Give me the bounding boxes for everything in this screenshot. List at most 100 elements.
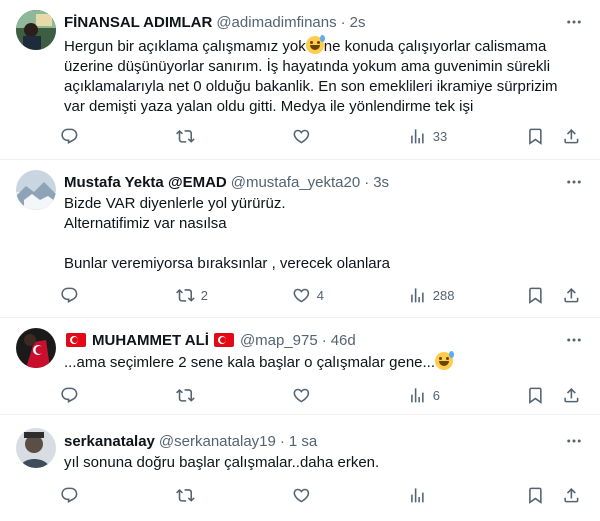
share-button[interactable] — [562, 485, 581, 505]
share-button[interactable] — [562, 126, 581, 146]
views-icon — [411, 128, 424, 144]
turkey-flag-icon — [66, 333, 86, 347]
like-button[interactable]: 4 — [292, 285, 324, 305]
like-count: 4 — [316, 287, 324, 303]
views-button[interactable] — [408, 485, 433, 505]
separator: · — [340, 13, 346, 31]
retweet-button[interactable] — [176, 485, 201, 505]
separator: · — [279, 432, 285, 450]
display-name[interactable]: FİNANSAL ADIMLAR — [64, 14, 212, 31]
tweet-actions: 33 — [52, 126, 588, 146]
bookmark-icon — [529, 487, 542, 504]
views-icon — [411, 487, 424, 503]
heart-icon — [293, 388, 310, 403]
avatar-image — [16, 170, 56, 210]
display-name[interactable]: serkanatalay — [64, 433, 155, 450]
bookmark-button[interactable] — [526, 385, 545, 405]
tweet-text-line: Alternatifimiz var nasılsa — [64, 215, 227, 232]
avatar-image — [16, 428, 56, 468]
bookmark-button[interactable] — [526, 126, 545, 146]
like-button[interactable] — [292, 126, 317, 146]
tweet-text-line: var demişti yaza yalan oldu gitti. Medya… — [64, 98, 474, 115]
retweet-button[interactable] — [176, 385, 201, 405]
tweet[interactable]: Mustafa Yekta @EMAD @mustafa_yekta20 · 3… — [0, 160, 600, 318]
tweet[interactable]: MUHAMMET ALİ @map_975 · 46d ...ama seçim… — [0, 318, 600, 415]
tweet-actions: 6 — [52, 385, 588, 405]
reply-button[interactable] — [60, 285, 85, 305]
more-icon[interactable] — [564, 431, 584, 451]
views-count: 288 — [432, 287, 455, 303]
heart-icon — [293, 288, 310, 303]
retweet-button[interactable]: 2 — [176, 285, 208, 305]
more-icon[interactable] — [564, 330, 584, 350]
reply-button[interactable] — [60, 385, 85, 405]
more-icon[interactable] — [564, 172, 584, 192]
timestamp[interactable]: 3s — [373, 174, 389, 191]
tweet[interactable]: serkanatalay @serkanatalay19 · 1 sa yıl … — [0, 415, 600, 521]
timestamp[interactable]: 1 sa — [289, 433, 317, 450]
tweet-text: ...ama seçimlere 2 sene kala başlar o ça… — [64, 351, 584, 373]
tweet-text-line: yıl sonuna doğru başlar çalışmalar..daha… — [64, 454, 380, 471]
user-handle[interactable]: @map_975 — [240, 332, 318, 349]
tweet-text-line: Bunlar veremiyorsa bıraksınlar , verecek… — [64, 255, 390, 272]
share-button[interactable] — [562, 385, 581, 405]
more-icon[interactable] — [564, 12, 584, 32]
timestamp[interactable]: 2s — [350, 14, 366, 31]
retweet-icon — [176, 129, 195, 143]
tweet-header: Mustafa Yekta @EMAD @mustafa_yekta20 · 3… — [64, 172, 588, 192]
like-button[interactable] — [292, 385, 317, 405]
separator: · — [364, 173, 370, 191]
timestamp[interactable]: 46d — [331, 332, 356, 349]
display-name[interactable]: MUHAMMET ALİ — [92, 332, 209, 349]
share-button[interactable] — [562, 285, 581, 305]
views-button[interactable]: 6 — [408, 385, 440, 405]
retweet-button[interactable] — [176, 126, 201, 146]
avatar-image — [16, 328, 56, 368]
tweet-header: FİNANSAL ADIMLAR @adimadimfinans · 2s — [64, 12, 588, 32]
reply-icon — [61, 387, 78, 403]
tweet[interactable]: FİNANSAL ADIMLAR @adimadimfinans · 2s He… — [0, 0, 600, 160]
tweet-text-line: üzerine düşünüyorlar sanırım. İş hayatın… — [64, 58, 551, 75]
avatar[interactable] — [16, 10, 56, 50]
bookmark-icon — [529, 387, 542, 404]
tweet-text: Bizde VAR diyenlerle yol yürürüz. Altern… — [64, 194, 584, 274]
user-handle[interactable]: @serkanatalay19 — [159, 433, 276, 450]
share-icon — [564, 487, 579, 503]
retweet-icon — [176, 288, 195, 302]
tweet-text-line: Hergun bir açıklama çalışmamız yok — [64, 38, 306, 55]
views-button[interactable]: 288 — [408, 285, 454, 305]
like-button[interactable] — [292, 485, 317, 505]
turkey-flag-icon — [213, 333, 234, 347]
share-icon — [564, 387, 579, 403]
bookmark-icon — [529, 128, 542, 145]
views-button[interactable]: 33 — [408, 126, 447, 146]
tweet-text-line: ...ama seçimlere 2 sene kala başlar o ça… — [64, 354, 436, 371]
bookmark-icon — [529, 287, 542, 304]
retweet-count: 2 — [200, 287, 208, 303]
retweet-icon — [176, 388, 195, 402]
bookmark-button[interactable] — [526, 285, 545, 305]
share-icon — [564, 128, 579, 144]
avatar[interactable] — [16, 328, 56, 368]
tweet-text: yıl sonuna doğru başlar çalışmalar..daha… — [64, 453, 584, 473]
reply-button[interactable] — [60, 485, 85, 505]
display-name[interactable]: Mustafa Yekta @EMAD — [64, 174, 227, 191]
reply-button[interactable] — [60, 126, 85, 146]
user-handle[interactable]: @mustafa_yekta20 — [231, 174, 360, 191]
bookmark-button[interactable] — [526, 485, 545, 505]
tweet-actions — [52, 485, 588, 505]
tweet-actions: 2 4 288 — [52, 285, 588, 305]
views-icon — [411, 387, 424, 403]
tweet-text-line: açıklamalarıyla net 0 olduğu bakanlik. E… — [64, 78, 558, 95]
separator: · — [321, 331, 327, 349]
user-handle[interactable]: @adimadimfinans — [216, 14, 336, 31]
avatar[interactable] — [16, 170, 56, 210]
grinning-sweat-emoji — [435, 351, 455, 370]
views-count: 6 — [432, 387, 440, 403]
retweet-icon — [176, 488, 195, 502]
tweet-text-line — [64, 234, 584, 254]
avatar[interactable] — [16, 428, 56, 468]
avatar-image — [16, 10, 56, 50]
tweet-text-line: Bizde VAR diyenlerle yol yürürüz. — [64, 195, 286, 212]
reply-icon — [61, 287, 78, 303]
